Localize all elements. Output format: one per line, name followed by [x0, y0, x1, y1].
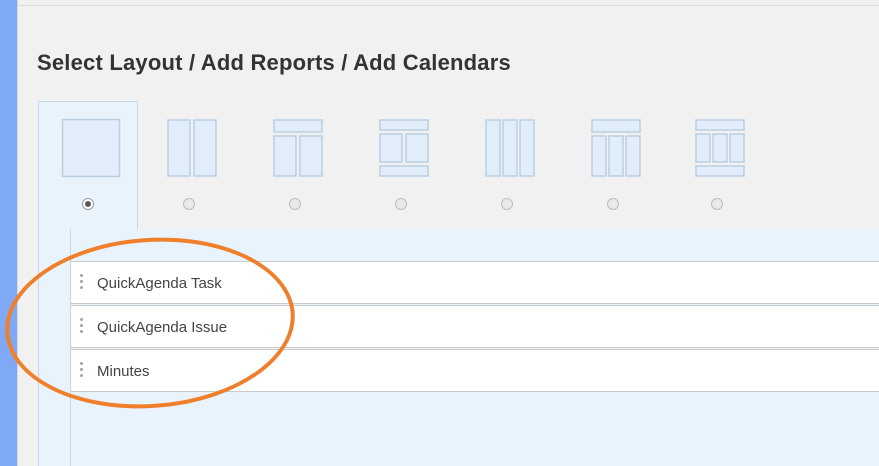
- layout-option-header-three-columns[interactable]: [586, 118, 646, 218]
- layout-radio-header-two-columns-footer[interactable]: [395, 198, 407, 210]
- layout-radio-header-two-columns[interactable]: [289, 198, 301, 210]
- drag-handle-icon[interactable]: [80, 274, 84, 292]
- layout-option-one-column[interactable]: [61, 118, 121, 218]
- layout-header-three-columns-footer-icon: [695, 119, 745, 177]
- drag-handle-icon[interactable]: [80, 362, 84, 380]
- layout-three-columns-icon: [485, 119, 535, 177]
- report-item-label: QuickAgenda Task: [97, 275, 222, 292]
- layout-radio-header-three-columns-footer[interactable]: [711, 198, 723, 210]
- layout-option-header-three-columns-footer[interactable]: [690, 118, 750, 218]
- layout-radio-header-three-columns[interactable]: [607, 198, 619, 210]
- drag-handle-icon[interactable]: [80, 318, 84, 336]
- layout-one-column-icon: [61, 118, 121, 178]
- report-item-minutes[interactable]: Minutes: [71, 349, 879, 392]
- layout-radio-two-columns[interactable]: [183, 198, 195, 210]
- report-item-label: QuickAgenda Issue: [97, 319, 228, 336]
- layout-header-two-columns-footer-icon: [379, 119, 429, 177]
- top-divider: [18, 5, 879, 6]
- report-item-label: Minutes: [97, 363, 150, 380]
- layout-header-two-columns-icon: [273, 119, 323, 177]
- report-item-quickagenda-issue[interactable]: QuickAgenda Issue: [71, 305, 879, 348]
- report-list: QuickAgenda Task QuickAgenda Issue Minut…: [71, 261, 879, 393]
- page-title: Select Layout / Add Reports / Add Calend…: [37, 50, 511, 75]
- report-item-quickagenda-task[interactable]: QuickAgenda Task: [71, 261, 879, 304]
- layout-option-header-two-columns[interactable]: [268, 118, 328, 218]
- layout-option-two-columns[interactable]: [162, 118, 222, 218]
- layout-panel: Select Layout / Add Reports / Add Calend…: [17, 0, 879, 466]
- layout-option-three-columns[interactable]: [480, 118, 540, 218]
- layout-option-header-two-columns-footer[interactable]: [374, 118, 434, 218]
- layout-radio-one-column[interactable]: [82, 198, 94, 210]
- layout-radio-three-columns[interactable]: [501, 198, 513, 210]
- layout-header-three-columns-icon: [591, 119, 641, 177]
- layout-two-columns-icon: [167, 119, 217, 177]
